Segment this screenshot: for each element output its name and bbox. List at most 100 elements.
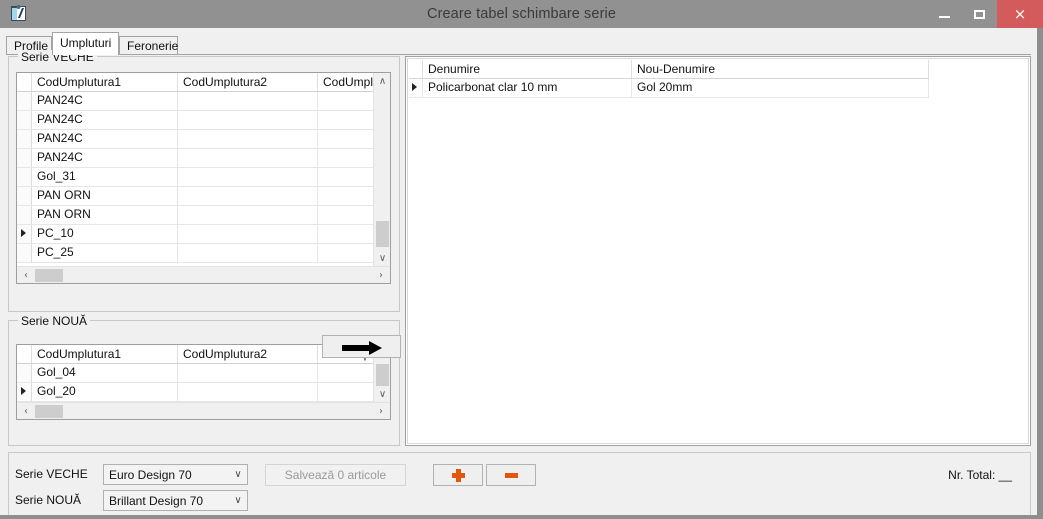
tab-feronerie[interactable]: Feronerie [119, 36, 178, 54]
footer-bar: Serie VECHE Euro Design 70 ∨ Serie NOUĂ … [8, 452, 1031, 519]
save-button[interactable]: Salvează 0 articole [265, 464, 406, 486]
cell-codumplutura2[interactable] [178, 187, 318, 205]
cell-codumplutura1[interactable]: Gol_04 [32, 364, 178, 382]
table-row-selected[interactable]: Gol_20 [17, 383, 390, 402]
grid-serie-veche-body: PAN24C PAN24C PAN24C PAN24C Gol_31 PAN O… [17, 92, 390, 263]
cell-codumplutura2[interactable] [178, 225, 318, 243]
table-row-selected[interactable]: Policarbonat clar 10 mm Gol 20mm [409, 79, 929, 98]
grid-serie-veche-horizontal-scrollbar[interactable]: ‹ › [17, 266, 390, 283]
tab-strip: Profile Umpluturi Feronerie [6, 32, 1031, 55]
maximize-button[interactable] [962, 0, 997, 28]
mapping-table-header: Denumire Nou-Denumire [409, 60, 929, 79]
column-header-denumire[interactable]: Denumire [423, 60, 632, 78]
mapping-table-body: Policarbonat clar 10 mm Gol 20mm [409, 79, 929, 98]
grid-serie-veche-vertical-scrollbar[interactable]: ∧ ∨ [373, 73, 390, 266]
column-header-codumplutura1[interactable]: CodUmplutura1 [32, 73, 178, 91]
select-serie-veche[interactable]: Euro Design 70 ∨ [103, 464, 248, 485]
label-serie-noua: Serie NOUĂ [15, 493, 82, 507]
table-row[interactable]: PAN24C [17, 111, 390, 130]
minus-icon [504, 472, 518, 478]
cell-codumplutura2[interactable] [178, 130, 318, 148]
cell-codumplutura1[interactable]: PAN24C [32, 130, 178, 148]
window-border-right [1037, 28, 1043, 519]
table-row[interactable]: PAN24C [17, 130, 390, 149]
remove-button[interactable] [486, 464, 536, 486]
grid-serie-noua-horizontal-scrollbar[interactable]: ‹ › [17, 402, 390, 419]
vertical-scroll-thumb[interactable] [376, 364, 389, 386]
table-row[interactable]: Gol_31 [17, 168, 390, 187]
select-serie-noua[interactable]: Brillant Design 70 ∨ [103, 490, 248, 511]
table-row[interactable]: PAN24C [17, 92, 390, 111]
scroll-down-icon[interactable]: ∨ [374, 386, 390, 402]
scroll-right-icon[interactable]: › [373, 267, 389, 283]
cell-codumplutura2[interactable] [178, 92, 318, 110]
cell-codumplutura1[interactable]: PAN24C [32, 92, 178, 110]
cell-codumplutura2[interactable] [178, 111, 318, 129]
scroll-right-icon[interactable]: › [373, 403, 389, 419]
window-title: Creare tabel schimbare serie [427, 6, 616, 22]
cell-codumplutura2[interactable] [178, 149, 318, 167]
cell-codumplutura1[interactable]: PC_25 [32, 244, 178, 262]
column-header-codumplutura1[interactable]: CodUmplutura1 [32, 345, 178, 363]
cell-codumplutura1[interactable]: Gol_31 [32, 168, 178, 186]
cell-codumplutura1[interactable]: PAN ORN [32, 206, 178, 224]
label-serie-veche: Serie VECHE [15, 467, 88, 481]
cell-nou-denumire[interactable]: Gol 20mm [632, 79, 929, 97]
cell-codumplutura2[interactable] [178, 168, 318, 186]
grid-serie-noua-body: Gol_04 Gol_20 [17, 364, 390, 402]
row-indicator-header [17, 73, 32, 91]
column-header-codumplutura2[interactable]: CodUmplutura2 [178, 345, 318, 363]
current-row-arrow-icon [21, 229, 26, 237]
table-row[interactable]: PC_25 [17, 244, 390, 263]
right-arrow-icon [341, 340, 382, 355]
maximize-icon [974, 9, 985, 19]
cell-codumplutura1[interactable]: PAN24C [32, 149, 178, 167]
scroll-down-icon[interactable]: ∨ [374, 250, 390, 266]
chevron-down-icon: ∨ [234, 495, 242, 506]
close-button[interactable]: × [997, 0, 1043, 28]
minimize-icon [939, 16, 950, 18]
row-indicator [17, 225, 32, 243]
tab-umpluturi[interactable]: Umpluturi [52, 32, 119, 55]
table-row[interactable]: Gol_04 [17, 364, 390, 383]
table-row[interactable]: PAN24C [17, 149, 390, 168]
horizontal-scroll-thumb[interactable] [35, 405, 63, 418]
cell-denumire[interactable]: Policarbonat clar 10 mm [423, 79, 632, 97]
close-icon: × [1013, 4, 1027, 23]
horizontal-scroll-thumb[interactable] [35, 269, 63, 282]
add-button[interactable] [433, 464, 483, 486]
minimize-button[interactable] [927, 0, 962, 28]
row-indicator [409, 79, 423, 97]
row-indicator [17, 383, 32, 401]
table-row[interactable]: PAN ORN [17, 187, 390, 206]
scroll-left-icon[interactable]: ‹ [18, 267, 34, 283]
row-indicator [17, 130, 32, 148]
row-indicator [17, 244, 32, 262]
title-bar: Creare tabel schimbare serie × [0, 0, 1043, 28]
scroll-left-icon[interactable]: ‹ [18, 403, 34, 419]
cell-codumplutura2[interactable] [178, 244, 318, 262]
cell-codumplutura2[interactable] [178, 383, 318, 401]
window-controls: × [927, 0, 1043, 28]
current-row-arrow-icon [412, 83, 417, 91]
row-indicator [17, 149, 32, 167]
cell-codumplutura2[interactable] [178, 364, 318, 382]
column-header-codumplutura2[interactable]: CodUmplutura2 [178, 73, 318, 91]
cell-codumplutura1[interactable]: PC_10 [32, 225, 178, 243]
cell-codumplutura2[interactable] [178, 206, 318, 224]
transfer-button[interactable] [322, 335, 401, 358]
cell-codumplutura1[interactable]: Gol_20 [32, 383, 178, 401]
window-border-bottom [0, 515, 1043, 519]
column-header-nou-denumire[interactable]: Nou-Denumire [632, 60, 929, 78]
table-row-selected[interactable]: PC_10 [17, 225, 390, 244]
vertical-scroll-thumb[interactable] [376, 221, 389, 247]
select-serie-veche-value: Euro Design 70 [109, 467, 192, 482]
scroll-up-icon[interactable]: ∧ [374, 73, 390, 89]
table-row[interactable]: PAN ORN [17, 206, 390, 225]
grid-serie-veche[interactable]: CodUmplutura1 CodUmplutura2 CodUmplutura… [16, 72, 391, 284]
cell-codumplutura1[interactable]: PAN ORN [32, 187, 178, 205]
row-indicator [17, 187, 32, 205]
cell-codumplutura1[interactable]: PAN24C [32, 111, 178, 129]
total-count-label: Nr. Total: __ [948, 468, 1012, 482]
group-serie-noua-caption: Serie NOUĂ [18, 314, 91, 328]
